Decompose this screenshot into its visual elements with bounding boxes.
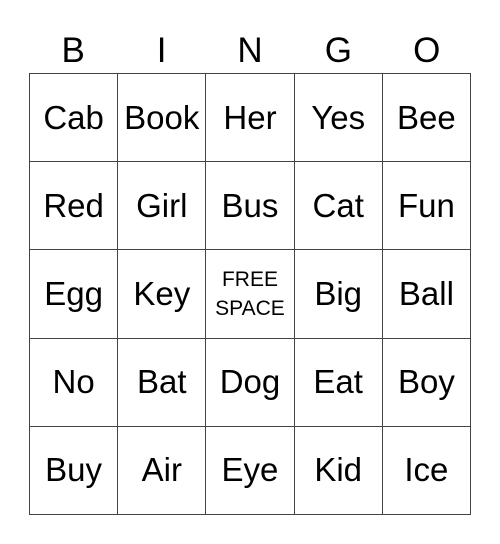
bingo-cell[interactable]: Bus <box>206 162 295 251</box>
bingo-cell[interactable]: Girl <box>118 162 207 251</box>
bingo-cell[interactable]: Buy <box>30 426 119 515</box>
bingo-cell[interactable]: No <box>30 338 119 427</box>
bingo-cell[interactable]: Bee <box>382 74 471 163</box>
bingo-cell[interactable]: Air <box>118 426 207 515</box>
header-letter-i: I <box>156 31 167 70</box>
bingo-cell[interactable]: Cat <box>294 162 383 251</box>
bingo-cell[interactable]: Eye <box>206 426 295 515</box>
bingo-cell[interactable]: Boy <box>382 338 471 427</box>
header-letter-b: B <box>61 31 85 70</box>
bingo-grid: Cab Book Her Yes Bee Red Girl Bus Cat Fun Egg Key FR… <box>29 73 471 515</box>
bingo-cell[interactable]: Ball <box>382 250 471 339</box>
bingo-cell[interactable]: Her <box>206 74 295 163</box>
bingo-cell[interactable]: Book <box>118 74 207 163</box>
bingo-cell[interactable]: Egg <box>30 250 119 339</box>
bingo-cell[interactable]: Key <box>118 250 207 339</box>
header-letter-n: N <box>237 31 263 70</box>
bingo-cell[interactable]: Ice <box>382 426 471 515</box>
bingo-cell[interactable]: Dog <box>206 338 295 427</box>
header-letter-g: G <box>324 31 352 70</box>
bingo-cell[interactable]: Eat <box>294 338 383 427</box>
free-space-cell[interactable]: FREE SPACE <box>206 250 295 339</box>
bingo-cell[interactable]: Kid <box>294 426 383 515</box>
bingo-cell[interactable]: Fun <box>382 162 471 251</box>
bingo-header: BINGO <box>29 30 471 72</box>
bingo-cell[interactable]: Big <box>294 250 383 339</box>
bingo-cell[interactable]: Red <box>30 162 119 251</box>
bingo-cell[interactable]: Bat <box>118 338 207 427</box>
bingo-cell[interactable]: Cab <box>30 74 119 163</box>
bingo-cell[interactable]: Yes <box>294 74 383 163</box>
header-letter-o: O <box>413 31 441 70</box>
